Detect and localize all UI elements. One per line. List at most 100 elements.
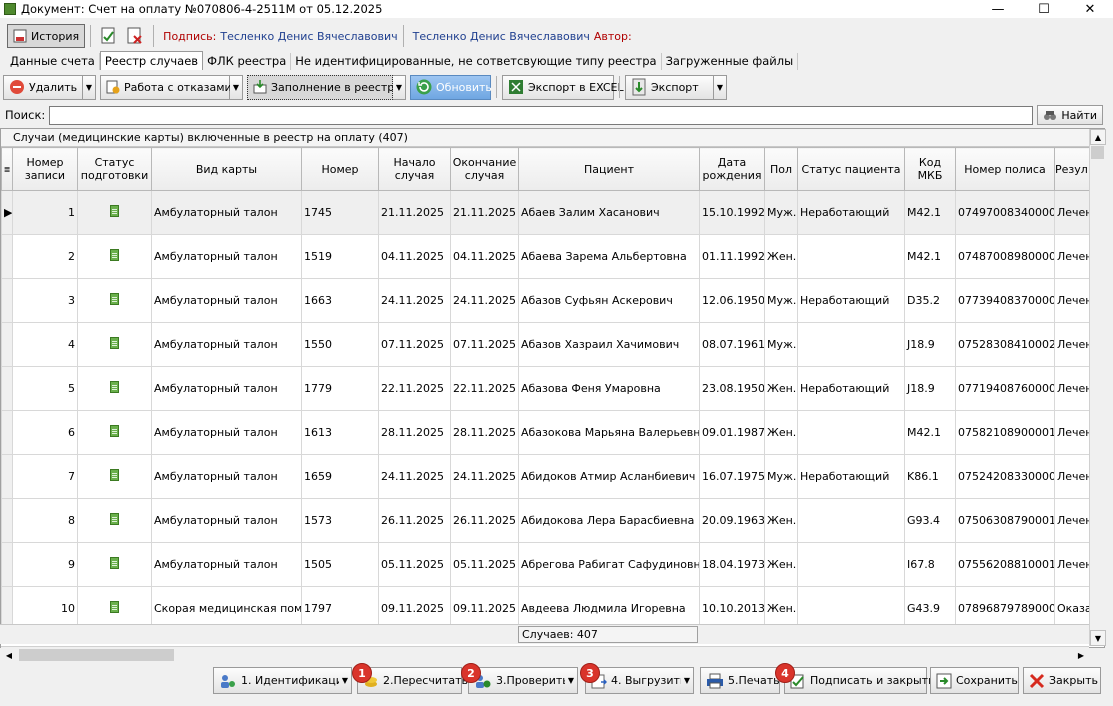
cell-prep-status[interactable] (77, 542, 152, 587)
cell-start[interactable]: 21.11.2025 (378, 190, 451, 235)
cell-end[interactable]: 28.11.2025 (450, 410, 519, 455)
minimize-button[interactable]: — (975, 0, 1021, 18)
tab-invoice-data[interactable]: Данные счета (0, 53, 100, 70)
cell-card-type[interactable]: Амбулаторный талон (151, 190, 302, 235)
cell-mkb[interactable]: M42.1 (904, 410, 956, 455)
search-input[interactable] (49, 105, 1034, 125)
tab-case-registry[interactable]: Реестр случаев (99, 51, 204, 70)
cell-dob[interactable]: 09.01.1987 (699, 410, 765, 455)
identify-button[interactable]: 1. Идентификация (213, 667, 350, 694)
cell-number[interactable]: 1613 (301, 410, 379, 455)
cell-card-type[interactable]: Амбулаторный талон (151, 278, 302, 323)
table-row[interactable]: 6 Амбулаторный талон 1613 28.11.2025 28.11.2… (1, 410, 1100, 455)
cell-patient[interactable]: Абазов Хазраил Хачимович (518, 322, 700, 367)
cell-card-type[interactable]: Амбулаторный талон (151, 498, 302, 543)
save-button[interactable]: Сохранить (930, 667, 1019, 694)
cell-number[interactable]: 1550 (301, 322, 379, 367)
cell-mkb[interactable]: G93.4 (904, 498, 956, 543)
table-row[interactable]: 5 Амбулаторный талон 1779 22.11.2025 22.11.2… (1, 366, 1100, 411)
cell-patient[interactable]: Абазов Суфьян Аскерович (518, 278, 700, 323)
cell-end[interactable]: 04.11.2025 (450, 234, 519, 279)
excel-export-button[interactable]: Экспорт в EXCEL (502, 74, 624, 100)
export-button[interactable]: Экспорт (625, 74, 714, 100)
cell-card-type[interactable]: Амбулаторный талон (151, 322, 302, 367)
cell-dob[interactable]: 08.07.1961 (699, 322, 765, 367)
refusals-dropdown[interactable]: ▼ (230, 74, 243, 100)
cell-policy[interactable]: 0752830841000250 (955, 322, 1055, 367)
identify-dropdown[interactable]: ▼ (339, 667, 352, 694)
cell-end[interactable]: 24.11.2025 (450, 454, 519, 499)
table-row[interactable]: 2 Амбулаторный талон 1519 04.11.2025 04.11.2… (1, 234, 1100, 279)
cell-mkb[interactable]: K86.1 (904, 454, 956, 499)
cell-dob[interactable]: 16.07.1975 (699, 454, 765, 499)
cell-prep-status[interactable] (77, 234, 152, 279)
cell-start[interactable]: 04.11.2025 (378, 234, 451, 279)
col-start[interactable]: Начало случая (378, 147, 451, 191)
cell-sex[interactable]: Муж. (764, 190, 798, 235)
cell-patient[interactable]: Абазокова Марьяна Валерьевна (518, 410, 700, 455)
cell-dob[interactable]: 18.04.1973 (699, 542, 765, 587)
row-indicator[interactable] (1, 278, 13, 323)
cell-sex[interactable]: Жен. (764, 410, 798, 455)
history-button[interactable]: История (7, 24, 86, 48)
cell-patient[interactable]: Абрегова Рабигат Сафудиновна (518, 542, 700, 587)
cell-record-number[interactable]: 9 (12, 542, 78, 587)
cell-dob[interactable]: 12.06.1950 (699, 278, 765, 323)
row-indicator[interactable] (1, 542, 13, 587)
cell-card-type[interactable]: Амбулаторный талон (151, 542, 302, 587)
cell-prep-status[interactable] (77, 410, 152, 455)
cell-start[interactable]: 26.11.2025 (378, 498, 451, 543)
cell-number[interactable]: 1779 (301, 366, 379, 411)
table-row[interactable]: 7 Амбулаторный талон 1659 24.11.2025 24.11.2… (1, 454, 1100, 499)
horizontal-scrollbar[interactable]: ◀ ▶ (1, 646, 1089, 662)
delete-dropdown[interactable]: ▼ (83, 74, 96, 100)
cell-record-number[interactable]: 7 (12, 454, 78, 499)
cell-sex[interactable]: Жен. (764, 542, 798, 587)
cell-policy[interactable]: 0750630879000111 (955, 498, 1055, 543)
row-indicator[interactable] (1, 366, 13, 411)
col-card-type[interactable]: Вид карты (151, 147, 302, 191)
cell-patient-status[interactable] (797, 498, 905, 543)
row-indicator[interactable] (1, 410, 13, 455)
cell-end[interactable]: 05.11.2025 (450, 542, 519, 587)
sign-close-button[interactable]: Подписать и закрыть 4 (775, 663, 935, 694)
table-row[interactable]: ▶ 1 Амбулаторный талон 1745 21.11.2025 21.11.… (1, 190, 1100, 235)
cell-prep-status[interactable] (77, 190, 152, 235)
cell-number[interactable]: 1663 (301, 278, 379, 323)
scroll-left-icon[interactable]: ◀ (1, 647, 17, 663)
cell-sex[interactable]: Жен. (764, 498, 798, 543)
col-patient[interactable]: Пациент (518, 147, 700, 191)
vertical-scroll-thumb[interactable] (1091, 146, 1104, 159)
row-indicator[interactable] (1, 234, 13, 279)
fill-registry-dropdown[interactable]: ▼ (393, 74, 406, 100)
scroll-right-icon[interactable]: ▶ (1073, 647, 1089, 663)
table-row[interactable]: 3 Амбулаторный талон 1663 24.11.2025 24.11.2… (1, 278, 1100, 323)
cell-policy[interactable]: 0771940876000096 (955, 366, 1055, 411)
cell-start[interactable]: 05.11.2025 (378, 542, 451, 587)
cell-dob[interactable]: 01.11.1992 (699, 234, 765, 279)
scroll-down-icon[interactable]: ▼ (1090, 630, 1106, 646)
cell-start[interactable]: 07.11.2025 (378, 322, 451, 367)
table-row[interactable]: 8 Амбулаторный талон 1573 26.11.2025 26.11.2… (1, 498, 1100, 543)
cell-mkb[interactable]: D35.2 (904, 278, 956, 323)
cell-record-number[interactable]: 8 (12, 498, 78, 543)
row-indicator[interactable] (1, 454, 13, 499)
cell-mkb[interactable]: J18.9 (904, 366, 956, 411)
cell-sex[interactable]: Муж. (764, 278, 798, 323)
cell-card-type[interactable]: Амбулаторный талон (151, 454, 302, 499)
cell-record-number[interactable]: 2 (12, 234, 78, 279)
cell-prep-status[interactable] (77, 454, 152, 499)
cell-patient[interactable]: Абидокова Лера Барасбиевна (518, 498, 700, 543)
cell-number[interactable]: 1519 (301, 234, 379, 279)
close-button[interactable]: Закрыть (1023, 667, 1101, 694)
cell-patient[interactable]: Абазова Феня Умаровна (518, 366, 700, 411)
cell-number[interactable]: 1505 (301, 542, 379, 587)
cell-prep-status[interactable] (77, 322, 152, 367)
cell-card-type[interactable]: Амбулаторный талон (151, 234, 302, 279)
unsign-icon[interactable] (126, 27, 144, 45)
horizontal-scroll-thumb[interactable] (19, 649, 174, 661)
cell-mkb[interactable]: M42.1 (904, 190, 956, 235)
table-row[interactable]: 9 Амбулаторный талон 1505 05.11.2025 05.11.2… (1, 542, 1100, 587)
cell-end[interactable]: 26.11.2025 (450, 498, 519, 543)
cell-record-number[interactable]: 3 (12, 278, 78, 323)
